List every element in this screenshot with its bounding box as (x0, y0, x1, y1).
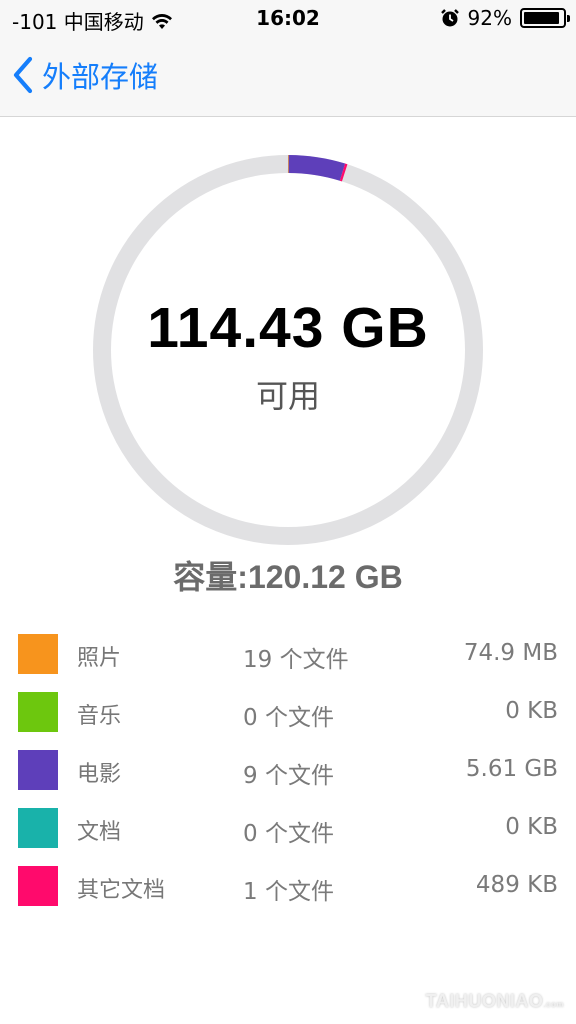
file-count: 9 个文件 (243, 763, 334, 789)
back-label: 外部存储 (42, 60, 159, 94)
file-size: 0 KB (505, 698, 558, 724)
battery-icon (520, 8, 570, 28)
file-size: 5.61 GB (465, 756, 558, 782)
category-name: 其它文档 (77, 878, 166, 903)
storage-ring: 114.43 GB 可用 (93, 155, 483, 545)
file-count: 1 个文件 (243, 879, 334, 905)
color-swatch (18, 866, 58, 906)
file-count: 0 个文件 (243, 705, 334, 731)
battery-percent: 92% (467, 6, 512, 30)
file-size: 0 KB (505, 814, 558, 840)
color-swatch (18, 750, 58, 790)
battery-fill (524, 12, 559, 24)
category-name: 音乐 (77, 704, 122, 729)
free-space-value: 114.43 GB (147, 296, 429, 360)
list-item-movies: 电影 9 个文件 5.61 GB (0, 750, 576, 792)
watermark-text: TAIHUONIAO (425, 991, 544, 1011)
file-count: 0 个文件 (243, 821, 334, 847)
file-count: 19 个文件 (243, 647, 349, 673)
status-right: 92% (440, 6, 570, 30)
free-space-label: 可用 (255, 377, 320, 415)
watermark: TAIHUONIAO.com (426, 991, 564, 1012)
navigation-bar: 外部存储 (0, 40, 576, 117)
file-size: 74.9 MB (463, 640, 558, 666)
capacity-label: 容量:120.12 GB (173, 559, 403, 595)
watermark-suffix: .com (543, 1000, 564, 1009)
color-swatch (18, 634, 58, 674)
list-item-other-documents: 其它文档 1 个文件 489 KB (0, 866, 576, 908)
list-item-documents: 文档 0 个文件 0 KB (0, 808, 576, 850)
ring-center: 114.43 GB 可用 (93, 155, 483, 545)
alarm-icon (440, 9, 459, 27)
color-swatch (18, 692, 58, 732)
color-swatch (18, 808, 58, 848)
category-name: 文档 (77, 820, 122, 845)
chevron-left-icon (13, 56, 33, 94)
file-size: 489 KB (475, 872, 558, 898)
list-item-music: 音乐 0 个文件 0 KB (0, 692, 576, 734)
status-bar: -101 中国移动 16:02 92% (0, 0, 576, 40)
list-item-photos: 照片 19 个文件 74.9 MB (0, 634, 576, 676)
back-button[interactable]: 外部存储 (12, 54, 158, 96)
category-name: 电影 (77, 762, 122, 787)
category-name: 照片 (77, 646, 122, 671)
